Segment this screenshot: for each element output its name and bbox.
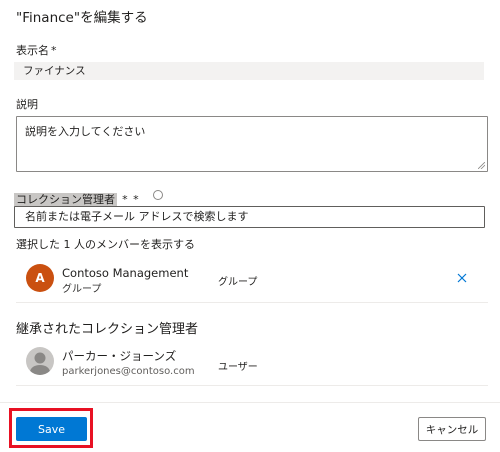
description-placeholder: 説明を入力してください [25, 125, 146, 138]
member-type: グループ [218, 277, 258, 288]
info-icon[interactable] [153, 190, 163, 200]
inherited-member-row: パーカー・ジョーンズ parkerjones@contoso.com ユーザー [16, 342, 488, 386]
person-icon [30, 352, 50, 375]
cancel-button[interactable]: キャンセル [418, 417, 486, 441]
display-name-label-text: 表示名 [16, 44, 49, 57]
display-name-label: 表示名 * [16, 42, 57, 58]
inherited-admins-heading: 継承されたコレクション管理者 [16, 322, 199, 337]
description-textarea[interactable]: 説明を入力してください [16, 116, 488, 172]
avatar [26, 347, 54, 375]
panel-title: "Finance"を編集する [16, 10, 148, 26]
inherited-member-name: パーカー・ジョーンズ [62, 349, 177, 363]
member-name: Contoso Management [62, 266, 189, 280]
description-label: 説明 [16, 98, 38, 111]
display-name-field[interactable]: ファイナンス [14, 62, 484, 80]
resize-handle-icon[interactable] [478, 162, 485, 169]
footer-divider [0, 402, 500, 403]
inherited-member-email: parkerjones@contoso.com [62, 366, 195, 377]
required-marker: * * [122, 193, 140, 206]
member-row: A Contoso Management グループ グループ [16, 258, 488, 303]
save-button[interactable]: Save [16, 417, 87, 441]
collection-admins-label-text: コレクション管理者 [14, 193, 117, 207]
collection-admins-label: コレクション管理者 * * [14, 188, 140, 207]
show-members-link[interactable]: 選択した 1 人のメンバーを表示する [16, 236, 195, 252]
avatar: A [26, 264, 54, 292]
admin-search-input[interactable]: 名前または電子メール アドレスで検索します [14, 206, 485, 228]
close-icon[interactable] [454, 270, 470, 286]
member-subtitle: グループ [62, 284, 102, 295]
inherited-member-type: ユーザー [218, 362, 258, 373]
required-marker: * [51, 44, 57, 57]
